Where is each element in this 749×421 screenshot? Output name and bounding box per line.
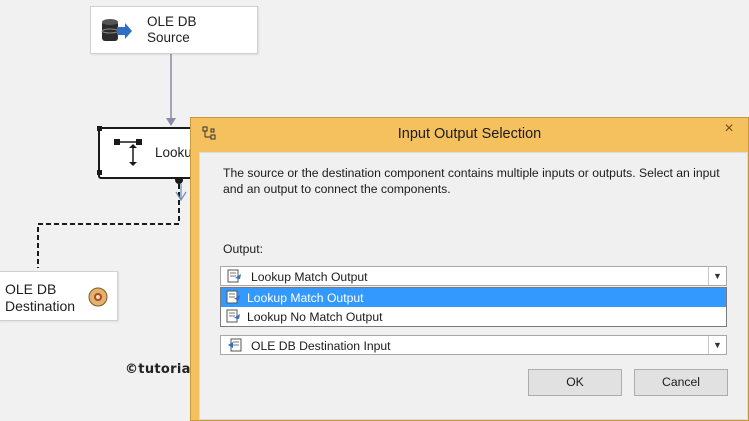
input-output-selection-dialog: Input Output Selection × The source or t… <box>190 117 749 421</box>
dropdown-option-match[interactable]: Lookup Match Output <box>221 288 726 307</box>
resize-handle[interactable] <box>97 170 102 175</box>
output-port-icon <box>226 309 242 326</box>
resize-handle[interactable] <box>97 126 102 131</box>
chevron-down-icon[interactable]: ▼ <box>708 267 726 285</box>
dropdown-option-no-match[interactable]: Lookup No Match Output <box>221 307 726 326</box>
output-label: Output: <box>223 242 263 256</box>
dialog-body: The source or the destination component … <box>199 152 748 420</box>
destination-icon <box>88 287 108 310</box>
dialog-title: Input Output Selection <box>397 126 542 142</box>
close-icon: × <box>724 120 734 137</box>
ole-db-destination-node[interactable]: OLE DB Destination <box>0 271 118 321</box>
input-port-icon <box>227 338 243 355</box>
input-select-value: OLE DB Destination Input <box>251 339 391 353</box>
dialog-description: The source or the destination component … <box>223 166 720 196</box>
ok-button[interactable]: OK <box>528 369 622 396</box>
close-button[interactable]: × <box>714 119 744 138</box>
destination-title-line2: Destination <box>5 298 76 314</box>
input-select[interactable]: OLE DB Destination Input ▼ <box>220 335 727 355</box>
lookup-transform-icon <box>110 134 144 173</box>
database-source-icon <box>99 17 133 48</box>
destination-title-line1: OLE DB <box>5 281 57 297</box>
output-port-icon <box>226 290 242 307</box>
source-title-line1: OLE DB <box>147 14 197 29</box>
dropdown-option-label: Lookup Match Output <box>247 291 364 305</box>
output-select-value: Lookup Match Output <box>251 270 368 284</box>
output-port-icon <box>227 269 243 286</box>
cancel-button[interactable]: Cancel <box>634 369 728 396</box>
output-dropdown-list[interactable]: Lookup Match Output Lookup No Match Outp… <box>220 287 727 327</box>
dropdown-option-label: Lookup No Match Output <box>247 310 383 324</box>
lookup-label: Looku <box>155 145 192 160</box>
output-select[interactable]: Lookup Match Output ▼ <box>220 266 727 286</box>
source-title-line2: Source <box>147 30 190 45</box>
chevron-down-icon[interactable]: ▼ <box>708 336 726 354</box>
dialog-titlebar[interactable]: Input Output Selection × <box>191 118 748 151</box>
ole-db-source-node[interactable]: OLE DB Source <box>90 6 258 54</box>
